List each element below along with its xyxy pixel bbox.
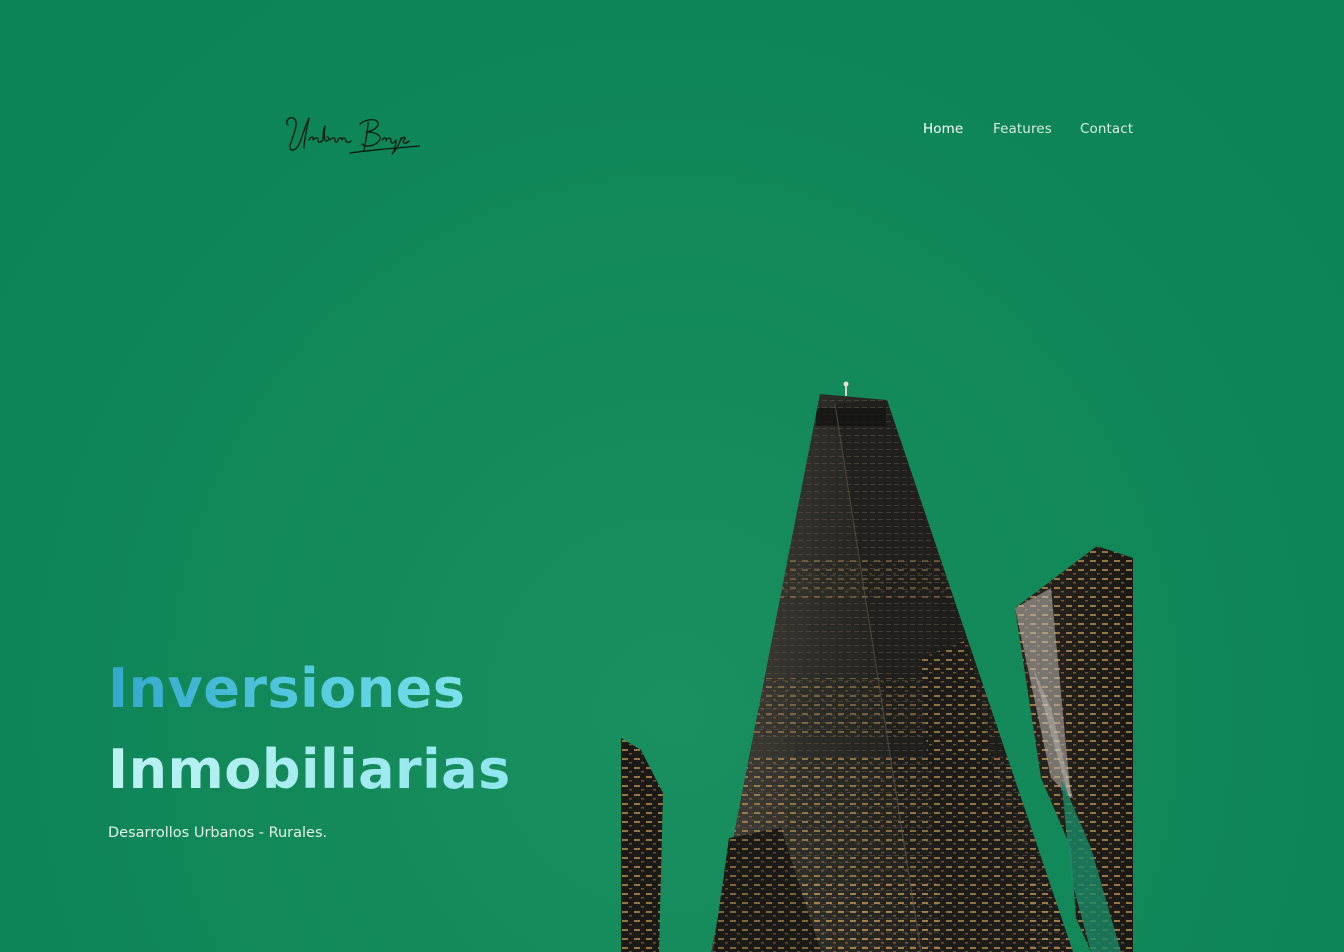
brand-logo[interactable] (280, 110, 420, 160)
nav-link-contact[interactable]: Contact (1080, 121, 1133, 137)
hero-title: Inversiones Inmobiliarias (108, 648, 511, 810)
hero-title-line1: Inversiones (108, 648, 511, 729)
hero-title-line2: Inmobiliarias (108, 729, 511, 810)
nav-link-home[interactable]: Home (923, 121, 963, 137)
hero-subtitle: Desarrollos Urbanos - Rurales. (108, 825, 328, 841)
skyscraper-image (621, 381, 1133, 952)
main-nav: Home Features Contact (906, 121, 1146, 141)
nav-link-features[interactable]: Features (993, 121, 1052, 137)
